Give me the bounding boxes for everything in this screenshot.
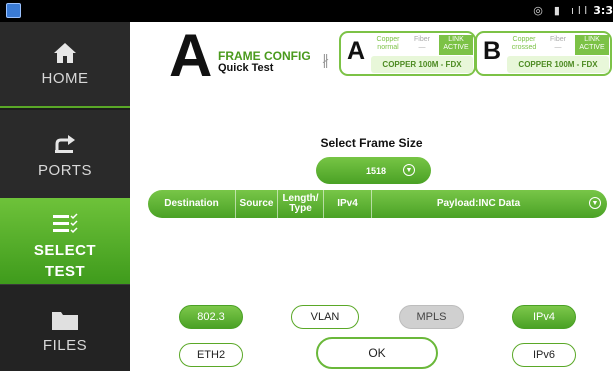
protocol-mpls-button[interactable]: MPLS — [399, 305, 464, 329]
nav-select-label-1: SELECT — [33, 242, 97, 259]
port-a-copper: Copper — [376, 36, 400, 43]
protocol-eth2-button[interactable]: ETH2 — [179, 343, 243, 367]
port-a-speed: COPPER 100M - FDX — [371, 56, 473, 73]
folder-icon — [52, 312, 78, 330]
status-icons: ◎ ▮ ıll — [533, 5, 591, 17]
frame-size-label: Select Frame Size — [320, 136, 423, 150]
port-b-speed: COPPER 100M - FDX — [507, 56, 609, 73]
nav-select-label-2: TEST — [44, 263, 86, 280]
port-b-fiber-mode: — — [554, 44, 562, 51]
status-bar: ◎ ▮ ıll 3:3 — [0, 0, 613, 22]
status-clock: 3:3 — [593, 4, 613, 17]
nav-ports-label: PORTS — [38, 162, 92, 179]
protocol-ipv4-button[interactable]: IPv4 — [512, 305, 576, 329]
port-a-letter: A — [347, 37, 366, 65]
port-b-link-state: ACTIVE — [579, 44, 605, 51]
page-subtitle: Quick Test — [218, 62, 274, 74]
home-icon — [54, 43, 76, 63]
frame-size-select[interactable]: 1518 ▼ — [316, 157, 431, 184]
port-b-fiber: Fiber — [550, 36, 566, 43]
port-b-link: LINK — [584, 36, 600, 43]
port-a-fiber-mode: — — [418, 44, 426, 51]
protocol-vlan-button[interactable]: VLAN — [291, 305, 359, 329]
port-a-copper-mode: normal — [377, 44, 399, 51]
port-a-status[interactable]: A Copper normal Fiber — LINK ACTIVE COPPER … — [339, 31, 476, 76]
frame-field-ipv4[interactable]: IPv4 — [324, 190, 372, 218]
frame-size-value: 1518 — [366, 166, 387, 176]
port-a-link: LINK — [448, 36, 464, 43]
ok-button[interactable]: OK — [316, 337, 438, 369]
frame-field-payload-label: Payload:INC Data — [436, 198, 521, 209]
frame-field-source-label: Source — [239, 198, 274, 209]
nav-ports[interactable]: PORTS — [0, 110, 130, 198]
frame-field-length-type[interactable]: Length/Type — [278, 190, 324, 218]
app-root: ◎ ▮ ıll 3:3 HOME PORTS SELECT TEST FILES… — [0, 0, 613, 371]
frame-field-type-label: Type — [289, 203, 312, 214]
port-b-copper-mode: crossed — [511, 44, 537, 51]
port-b-status[interactable]: B Copper crossed Fiber — LINK ACTIVE COPPER… — [475, 31, 612, 76]
nav-select-test[interactable]: SELECT TEST — [0, 198, 130, 284]
port-big-letter: A — [169, 22, 213, 89]
port-b-letter: B — [483, 37, 502, 65]
port-a-link-state: ACTIVE — [443, 44, 469, 51]
app-notification-icon — [6, 3, 21, 18]
frame-header-bar[interactable]: Destination Source Length/Type IPv4 Payl… — [148, 190, 607, 218]
nav-home[interactable]: HOME — [0, 22, 130, 108]
chevron-down-icon[interactable]: ▼ — [589, 197, 601, 209]
nav-files-label: FILES — [42, 337, 88, 354]
nav-files[interactable]: FILES — [0, 284, 130, 371]
chevron-down-icon: ▼ — [403, 164, 415, 176]
page-title: FRAME CONFIG — [218, 49, 311, 63]
frame-field-payload[interactable]: Payload:INC Data — [372, 190, 585, 218]
protocol-8023-button[interactable]: 802.3 — [179, 305, 243, 329]
port-a-fiber: Fiber — [414, 36, 430, 43]
nav-home-label: HOME — [41, 70, 89, 87]
checklist-icon — [53, 213, 78, 234]
bluetooth-icon: ∦ — [322, 52, 329, 68]
frame-field-source[interactable]: Source — [236, 190, 278, 218]
protocol-ipv6-button[interactable]: IPv6 — [512, 343, 576, 367]
frame-field-ipv4-label: IPv4 — [337, 198, 358, 209]
port-b-copper: Copper — [512, 36, 536, 43]
frame-field-destination[interactable]: Destination — [148, 190, 236, 218]
sidebar: HOME PORTS SELECT TEST FILES — [0, 22, 130, 371]
frame-field-destination-label: Destination — [164, 198, 219, 209]
